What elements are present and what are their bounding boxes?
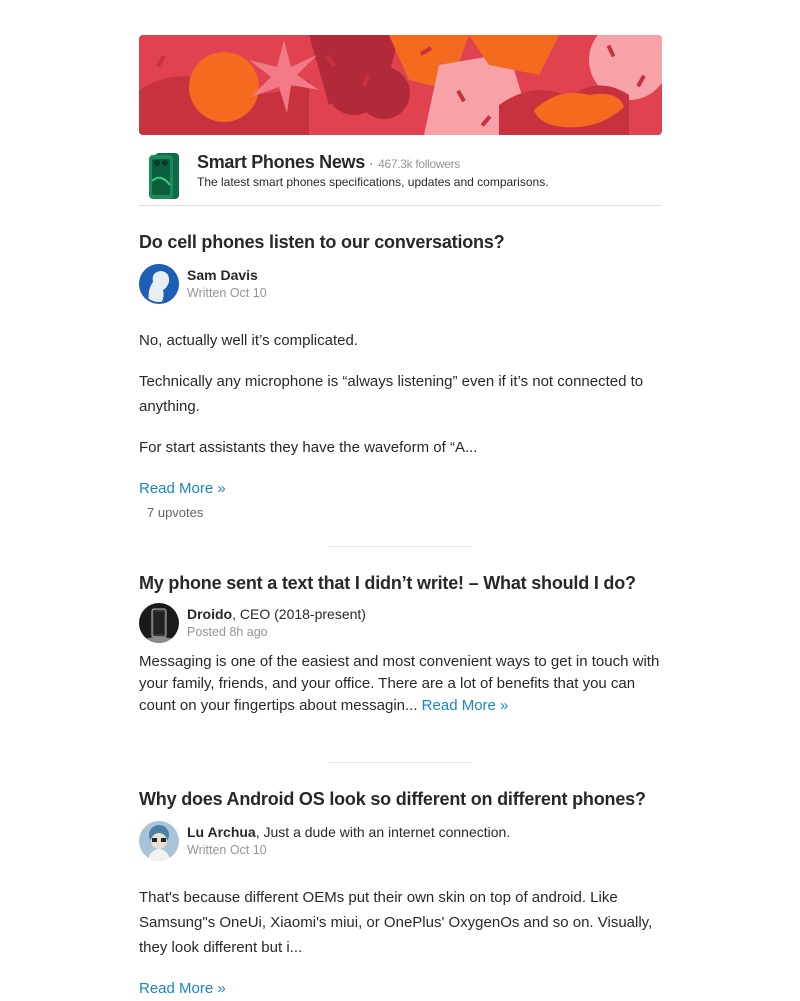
author-credential: , Just a dude with an internet connectio… <box>255 824 511 840</box>
answer-paragraph: No, actually well it’s complicated. <box>139 332 358 349</box>
post-divider <box>328 546 472 547</box>
read-more-link[interactable]: Read More » <box>422 697 509 714</box>
author-name[interactable]: Sam Davis <box>187 267 258 283</box>
author-line: Sam Davis <box>187 267 258 283</box>
author-credential: , CEO (2018-present) <box>232 606 366 622</box>
post-divider <box>328 762 472 763</box>
answer-text: Messaging is one of the easiest and most… <box>139 653 660 714</box>
space-banner-image[interactable] <box>139 35 662 135</box>
read-more-link[interactable]: Read More » <box>139 480 226 497</box>
page: Smart Phones News · 467.3k followers The… <box>0 0 800 1000</box>
answer-excerpt: Messaging is one of the easiest and most… <box>139 651 662 717</box>
author-avatar[interactable] <box>139 821 179 861</box>
separator-dot: · <box>369 157 374 171</box>
author-avatar[interactable] <box>139 264 179 304</box>
post-date[interactable]: Written Oct 10 <box>187 843 267 857</box>
author-name[interactable]: Droido <box>187 606 232 622</box>
space-header: Smart Phones News · 467.3k followers The… <box>139 150 662 206</box>
space-name[interactable]: Smart Phones News <box>197 152 365 172</box>
read-more-link[interactable]: Read More » <box>139 980 226 997</box>
answer-excerpt: That's because different OEMs put their … <box>139 889 653 956</box>
post-date[interactable]: Posted 8h ago <box>187 625 268 639</box>
upvote-count[interactable]: 7 upvotes <box>147 505 203 520</box>
author-avatar[interactable] <box>139 603 179 643</box>
post-title[interactable]: Do cell phones listen to our conversatio… <box>139 232 505 253</box>
post-title[interactable]: My phone sent a text that I didn’t write… <box>139 573 636 594</box>
post-title[interactable]: Why does Android OS look so different on… <box>139 789 646 810</box>
post-date[interactable]: Written Oct 10 <box>187 286 267 300</box>
answer-paragraph: Technically any microphone is “always li… <box>139 373 644 415</box>
author-line: Droido, CEO (2018-present) <box>187 606 366 622</box>
author-line: Lu Archua, Just a dude with an internet … <box>187 824 510 840</box>
follower-count: 467.3k followers <box>378 157 460 171</box>
answer-paragraph: For start assistants they have the wavef… <box>139 439 478 456</box>
space-description: The latest smart phones specifications, … <box>197 175 549 189</box>
space-phone-icon[interactable] <box>145 151 183 201</box>
author-name[interactable]: Lu Archua <box>187 824 256 840</box>
space-title[interactable]: Smart Phones News · 467.3k followers <box>197 152 460 173</box>
